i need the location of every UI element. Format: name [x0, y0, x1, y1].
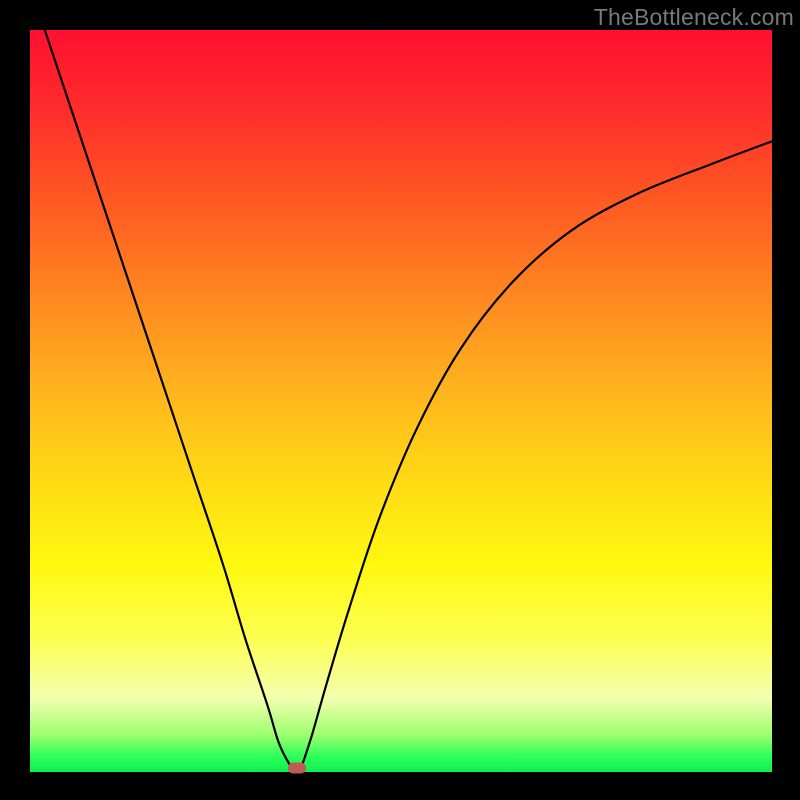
minimum-marker: [288, 763, 306, 774]
plot-area: [30, 30, 772, 772]
watermark-text: TheBottleneck.com: [594, 4, 794, 31]
chart-frame: TheBottleneck.com: [0, 0, 800, 800]
